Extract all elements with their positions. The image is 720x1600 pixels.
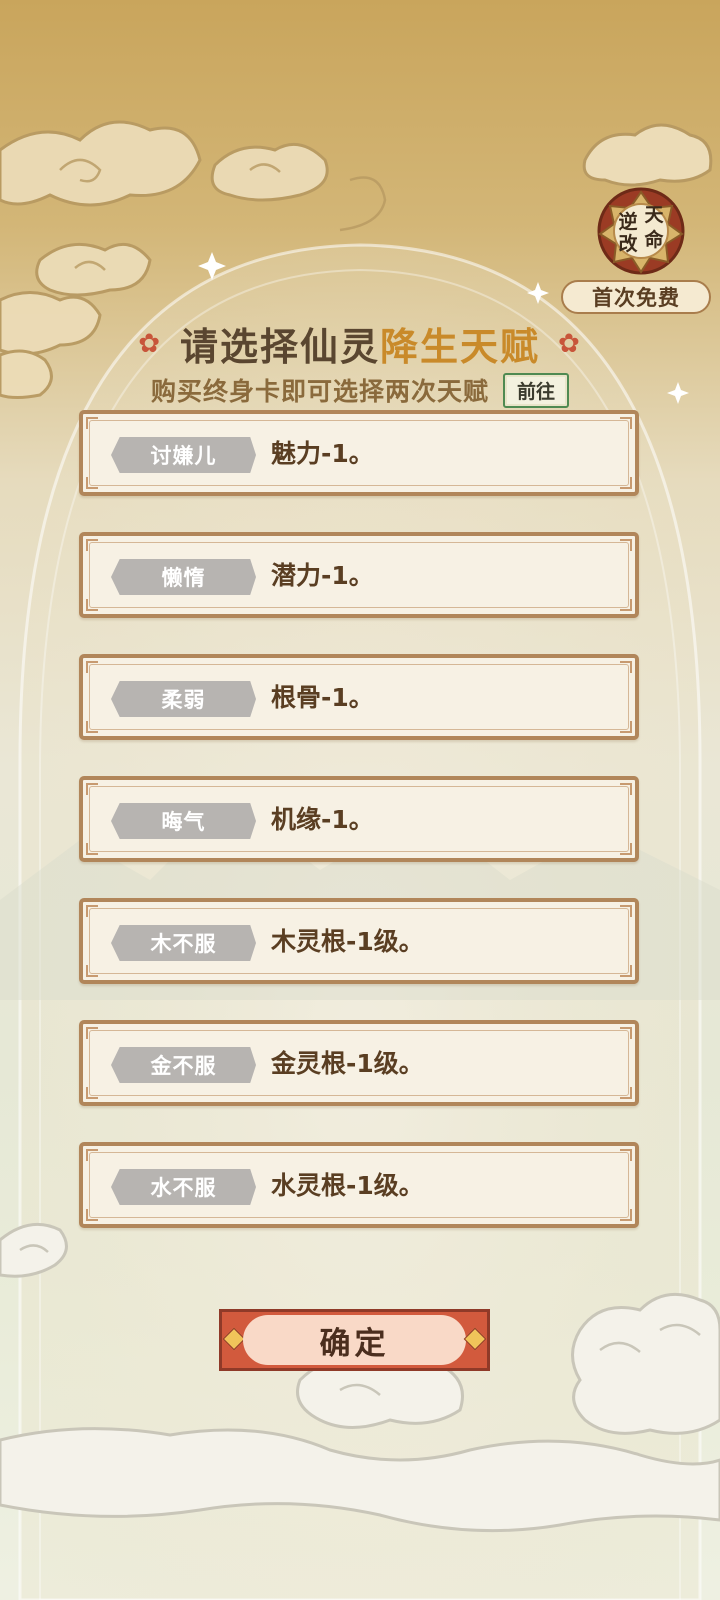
card-corner-ornament: [620, 1087, 632, 1099]
goto-button[interactable]: 前往: [503, 372, 570, 408]
card-corner-ornament: [86, 1209, 98, 1221]
subtitle-text: 购买终身卡即可选择两次天赋: [150, 377, 489, 406]
card-corner-ornament: [86, 599, 98, 611]
talent-tag: 木不服: [111, 925, 256, 961]
card-corner-ornament: [620, 721, 632, 733]
subtitle-row: 购买终身卡即可选择两次天赋 前往: [0, 372, 720, 408]
talent-tag: 柔弱: [111, 681, 256, 717]
talent-description: 根骨-1。: [271, 683, 374, 712]
diamond-left-icon: [222, 1327, 246, 1351]
talent-description: 金灵根-1级。: [271, 1049, 424, 1078]
talent-card[interactable]: 晦气 机缘-1。: [79, 776, 639, 862]
talent-card[interactable]: 木不服 木灵根-1级。: [79, 898, 639, 984]
card-corner-ornament: [620, 417, 632, 429]
seal-char-1: 逆: [618, 210, 637, 233]
seal-char-2: 天: [644, 204, 664, 226]
card-corner-ornament: [620, 1149, 632, 1161]
card-corner-ornament: [620, 1027, 632, 1039]
talent-description: 机缘-1。: [271, 805, 374, 834]
card-corner-ornament: [86, 965, 98, 977]
card-corner-ornament: [620, 965, 632, 977]
flower-left-icon: ✿: [138, 328, 162, 359]
talent-tag: 水不服: [111, 1169, 256, 1205]
card-corner-ornament: [86, 477, 98, 489]
talent-tag: 晦气: [111, 803, 256, 839]
card-corner-ornament: [86, 539, 98, 551]
title-highlight: 降生天赋: [380, 325, 541, 369]
first-free-badge[interactable]: 首次免费: [561, 280, 711, 314]
talent-card[interactable]: 水不服 水灵根-1级。: [79, 1142, 639, 1228]
talent-description: 潜力-1。: [271, 561, 374, 590]
first-free-label: 首次免费: [592, 286, 680, 310]
card-corner-ornament: [86, 1027, 98, 1039]
card-corner-ornament: [86, 1087, 98, 1099]
seal-badge-icon[interactable]: 逆 天 改 命: [596, 186, 686, 276]
card-corner-ornament: [620, 661, 632, 673]
talent-tag: 懒惰: [111, 559, 256, 595]
card-corner-ornament: [620, 539, 632, 551]
diamond-right-icon: [463, 1327, 487, 1351]
talent-tag: 金不服: [111, 1047, 256, 1083]
card-corner-ornament: [86, 843, 98, 855]
card-corner-ornament: [620, 905, 632, 917]
seal-char-3: 改: [618, 232, 638, 255]
card-corner-ornament: [86, 1149, 98, 1161]
talent-description: 魅力-1。: [271, 439, 374, 468]
card-corner-ornament: [620, 477, 632, 489]
talent-card[interactable]: 金不服 金灵根-1级。: [79, 1020, 639, 1106]
flower-right-icon: ✿: [558, 328, 582, 359]
card-corner-ornament: [86, 417, 98, 429]
talent-card[interactable]: 柔弱 根骨-1。: [79, 654, 639, 740]
card-corner-ornament: [86, 721, 98, 733]
talent-description: 木灵根-1级。: [271, 927, 424, 956]
talent-tag: 讨嫌儿: [111, 437, 256, 473]
talent-card[interactable]: 讨嫌儿 魅力-1。: [79, 410, 639, 496]
card-corner-ornament: [86, 661, 98, 673]
card-corner-ornament: [620, 783, 632, 795]
card-corner-ornament: [86, 783, 98, 795]
talent-description: 水灵根-1级。: [271, 1171, 424, 1200]
talent-card[interactable]: 懒惰 潜力-1。: [79, 532, 639, 618]
seal-char-4: 命: [644, 228, 664, 251]
page-title: ✿ 请选择仙灵降生天赋 ✿: [0, 316, 720, 371]
card-corner-ornament: [620, 599, 632, 611]
card-corner-ornament: [620, 843, 632, 855]
card-corner-ornament: [86, 905, 98, 917]
confirm-button[interactable]: 确定: [219, 1309, 490, 1371]
card-corner-ornament: [620, 1209, 632, 1221]
confirm-label: 确定: [243, 1315, 466, 1365]
title-main: 请选择仙灵: [179, 325, 380, 369]
